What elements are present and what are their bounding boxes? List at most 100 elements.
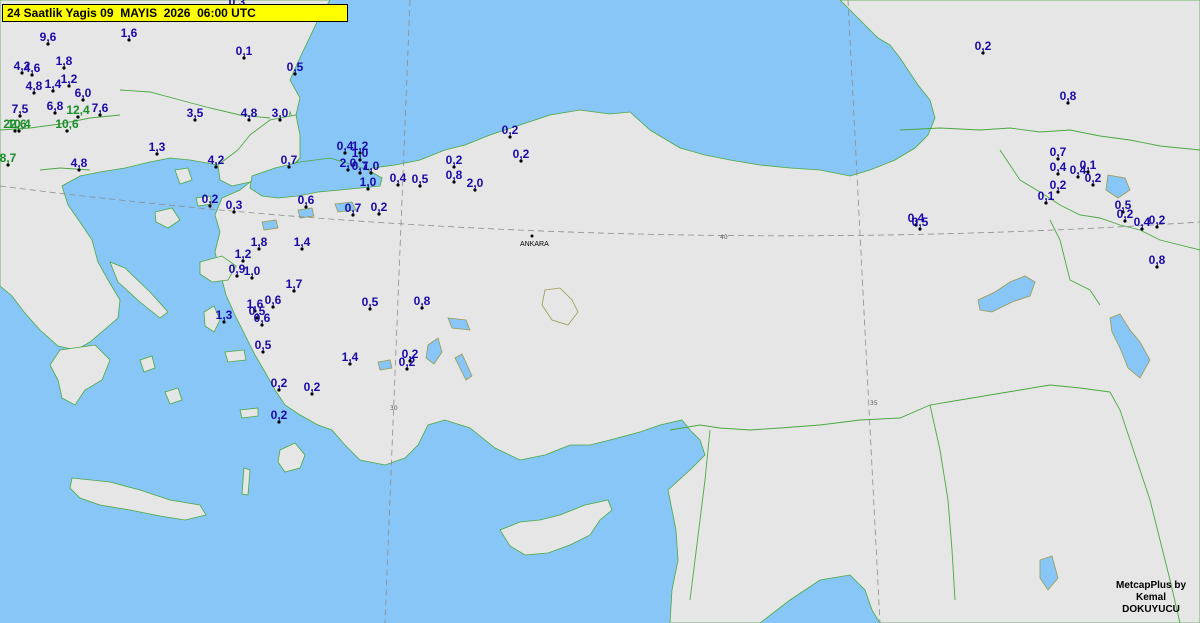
precipitation-value: 10,6	[55, 117, 79, 131]
station-observation: 1,0	[244, 264, 261, 280]
station-observation: 4,8	[71, 156, 88, 172]
station-observation: 0,4	[390, 171, 407, 187]
station-observation: 0,2	[502, 123, 519, 139]
station-observation: 1,0	[360, 175, 377, 191]
precipitation-value: 0,2	[399, 355, 416, 369]
precipitation-value: 4,6	[24, 61, 41, 75]
precipitation-value: 1,0	[244, 264, 261, 278]
precipitation-value: 1,6	[121, 26, 138, 40]
station-observation: 0,7	[1050, 145, 1067, 161]
station-observation: 0,7	[281, 153, 298, 169]
station-observation: 4,8	[26, 79, 43, 95]
precipitation-value: 7,6	[92, 101, 109, 115]
lake-burdur	[377, 359, 393, 371]
precipitation-value: 0,2	[446, 153, 463, 167]
station-observation: 1,4	[342, 350, 359, 366]
precipitation-value: 0,8	[446, 168, 463, 182]
station-observation: 0,5	[287, 60, 304, 76]
station-observation: 0,2	[304, 380, 321, 396]
precipitation-value: 1,3	[149, 140, 166, 154]
precipitation-value: 3,0	[272, 106, 289, 120]
station-observation: 1,7	[286, 277, 303, 293]
precipitation-value: 0,6	[298, 193, 315, 207]
precipitation-value: 1,2	[235, 247, 252, 261]
station-observation: 7,5	[12, 102, 29, 118]
precipitation-value: 0,8	[1060, 89, 1077, 103]
precipitation-value: 4,8	[26, 79, 43, 93]
station-observation: 0,8	[1060, 89, 1077, 105]
station-observation: 1,0	[363, 159, 380, 175]
station-observation: 0,5	[255, 338, 272, 354]
precipitation-value: 0,7	[1050, 145, 1067, 159]
station-observation: 0,2	[271, 408, 288, 424]
station-observation: 1,6	[121, 26, 138, 42]
map-title: 24 Saatlik Yagis 09 MAYIS 2026 06:00 UTC	[2, 4, 348, 22]
precipitation-value: 0,3	[226, 198, 243, 212]
station-observation: 0,5	[912, 215, 929, 231]
station-observation: 0,4	[1050, 160, 1067, 176]
station-observation: 1,3	[149, 140, 166, 156]
station-observation: 0,3	[226, 198, 243, 214]
station-observation: 0,2	[1149, 213, 1166, 229]
precipitation-value: 0,5	[412, 172, 429, 186]
precipitation-value: 22,6	[3, 117, 27, 131]
precipitation-value: 0,5	[287, 60, 304, 74]
lake-manyas	[261, 219, 279, 231]
precipitation-value: 12,4	[66, 103, 90, 117]
precipitation-value: 7,5	[12, 102, 29, 116]
station-observation: 0,8	[1149, 253, 1166, 269]
station-observation: 0,2	[1117, 207, 1134, 223]
precipitation-value: 0,7	[281, 153, 298, 167]
precipitation-value: 1,4	[294, 235, 311, 249]
station-observation: 0,2	[446, 153, 463, 169]
precipitation-map: 40 30 35 ANKARA 0,3 1,6 9,6 0,1 0,5 1,8 4,2 4,6…	[0, 0, 1200, 623]
precipitation-value: 0,2	[304, 380, 321, 394]
precipitation-value: 0,2	[371, 200, 388, 214]
station-observation: 0,6	[265, 293, 282, 309]
precipitation-value: 4,8	[241, 106, 258, 120]
precipitation-value: 0,6	[265, 293, 282, 307]
station-observation: 3,5	[187, 106, 204, 122]
precipitation-value: 8,7	[0, 151, 17, 165]
grid-label-30: 30	[390, 405, 398, 412]
station-observation: 1,4	[45, 77, 62, 93]
station-observation: 0,2	[399, 355, 416, 371]
precipitation-value: 0,2	[502, 123, 519, 137]
credit-line-2: Kemal DOKUYUCU	[1122, 592, 1180, 615]
precipitation-value: 1,4	[45, 77, 62, 91]
station-observation: 4,8	[241, 106, 258, 122]
precipitation-value: 0,2	[513, 147, 530, 161]
precipitation-value: 0,2	[271, 408, 288, 422]
precipitation-value: 1,8	[251, 235, 268, 249]
station-observation: 22,6	[3, 117, 27, 133]
station-observation: 0,1	[236, 44, 253, 60]
station-observation: 1,8	[56, 54, 73, 70]
precipitation-value: 1,0	[360, 175, 377, 189]
precipitation-value: 0,4	[390, 171, 407, 185]
precipitation-value: 1,8	[56, 54, 73, 68]
station-observation: 1,3	[216, 308, 233, 324]
precipitation-value: 0,1	[1038, 189, 1055, 203]
station-observation: 6,8	[47, 99, 64, 115]
precipitation-value: 6,8	[47, 99, 64, 113]
precipitation-value: 0,7	[345, 201, 362, 215]
precipitation-value: 1,3	[216, 308, 233, 322]
precipitation-value: 4,2	[208, 153, 225, 167]
station-observation: 10,6	[55, 117, 79, 133]
station-observation: 4,2	[208, 153, 225, 169]
station-observation: 6,0	[75, 86, 92, 102]
grid-label-35: 35	[870, 400, 878, 407]
precipitation-value: 2,0	[467, 176, 484, 190]
station-observation: 0,8	[414, 294, 431, 310]
station-observation: 0,7	[345, 201, 362, 217]
precipitation-value: 0,8	[1149, 253, 1166, 267]
station-observation: 0,2	[371, 200, 388, 216]
station-observation: 4,6	[24, 61, 41, 77]
grid-label-40: 40	[720, 234, 728, 241]
precipitation-value: 3,5	[187, 106, 204, 120]
land-samos	[224, 349, 247, 363]
precipitation-value: 1,4	[342, 350, 359, 364]
precipitation-value: 6,0	[75, 86, 92, 100]
land-kos	[239, 407, 259, 419]
precipitation-value: 0,1	[236, 44, 253, 58]
